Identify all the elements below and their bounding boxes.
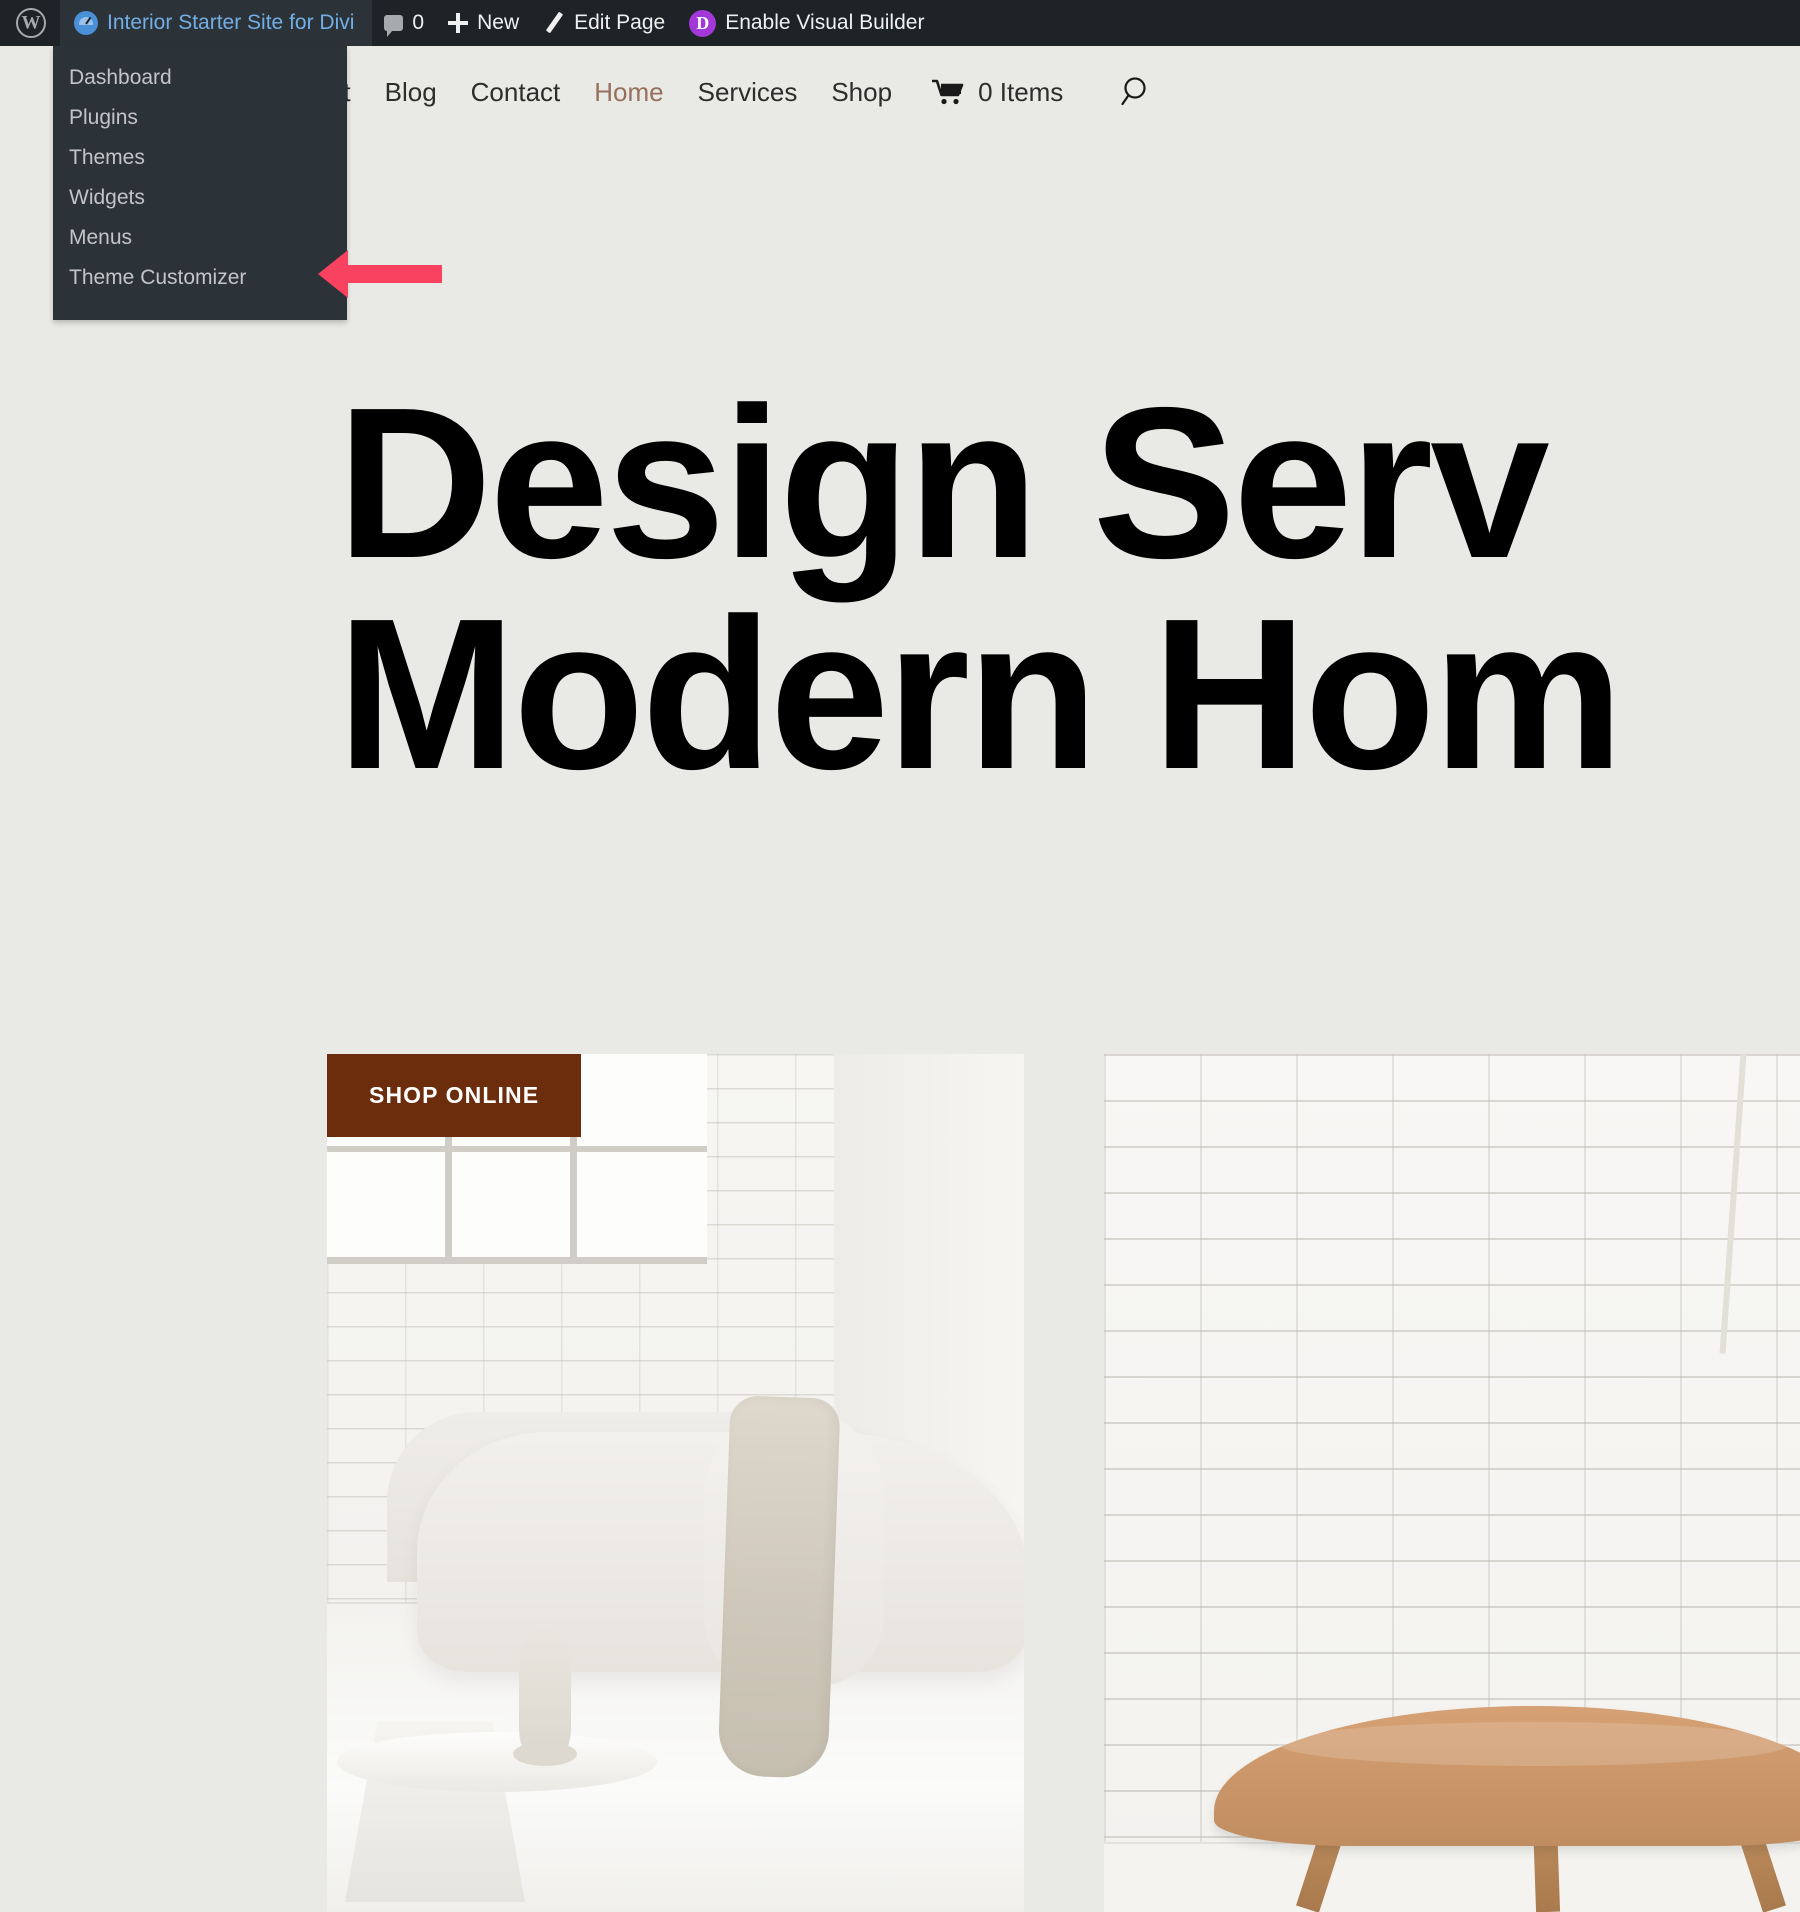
wordpress-logo-icon <box>16 8 46 38</box>
enable-visual-builder-button[interactable]: D Enable Visual Builder <box>677 0 936 46</box>
nav-link-blog[interactable]: Blog <box>385 77 437 108</box>
menu-item-menus[interactable]: Menus <box>53 218 347 258</box>
cart-item-count-label: 0 Items <box>978 76 1064 107</box>
image-gallery-section: SHOP ONLINE <box>0 1054 1800 1912</box>
nav-link-services[interactable]: Services <box>698 77 798 108</box>
wp-admin-bar: Interior Starter Site for Divi 0 New Edi… <box>0 0 1800 46</box>
search-icon[interactable] <box>1121 75 1155 109</box>
menu-item-label: Themes <box>69 146 145 169</box>
divi-dashboard-icon <box>74 11 98 35</box>
comments-count: 0 <box>412 11 425 34</box>
menu-item-themes[interactable]: Themes <box>53 138 347 178</box>
interior-room-photo <box>327 1054 1024 1912</box>
shopping-cart-icon <box>932 79 964 105</box>
page-title: Design Serv Modern Hom <box>337 362 1800 814</box>
plus-icon <box>448 13 469 33</box>
hero-title-line-2: Modern Hom <box>337 572 1624 814</box>
menu-item-theme-customizer[interactable]: Theme Customizer <box>53 258 347 298</box>
marble-coffee-table <box>337 1732 657 1792</box>
menu-item-label: Theme Customizer <box>69 266 247 289</box>
new-content-button[interactable]: New <box>436 0 531 46</box>
hero-title-line-1: Design Serv <box>337 362 1550 603</box>
menu-item-plugins[interactable]: Plugins <box>53 98 347 138</box>
nav-link-home[interactable]: Home <box>594 77 663 108</box>
menu-item-label: Menus <box>69 226 133 249</box>
menu-item-label: Widgets <box>69 186 145 209</box>
edit-page-button[interactable]: Edit Page <box>531 0 677 46</box>
nav-link-contact[interactable]: Contact <box>471 77 561 108</box>
wordpress-logo-button[interactable] <box>0 0 60 46</box>
shop-online-badge[interactable]: SHOP ONLINE <box>327 1054 582 1137</box>
enable-visual-builder-label: Enable Visual Builder <box>725 11 925 34</box>
nav-link-shop[interactable]: Shop <box>831 77 892 108</box>
divi-badge-icon: D <box>689 9 717 37</box>
menu-item-widgets[interactable]: Widgets <box>53 178 347 218</box>
comment-bubble-icon <box>384 15 404 37</box>
pencil-icon <box>543 12 565 34</box>
site-name-label: Interior Starter Site for Divi <box>107 11 355 34</box>
site-name-dropdown-menu: Dashboard Plugins Themes Widgets Menus T… <box>53 46 347 320</box>
cart-button[interactable]: 0 Items <box>932 77 1063 108</box>
menu-item-label: Plugins <box>69 106 138 129</box>
linen-throw <box>716 1395 841 1779</box>
comments-button[interactable]: 0 <box>372 0 436 46</box>
edit-page-label: Edit Page <box>574 11 666 34</box>
menu-item-dashboard[interactable]: Dashboard <box>53 58 347 98</box>
gallery-card-leather-chair[interactable] <box>1103 1054 1800 1912</box>
gallery-card-shop-online[interactable]: SHOP ONLINE <box>327 1054 1024 1912</box>
decorative-vase <box>513 1624 577 1766</box>
new-label: New <box>477 11 520 34</box>
floor <box>1103 1842 1800 1912</box>
leather-chair-photo <box>1103 1054 1800 1912</box>
menu-item-label: Dashboard <box>69 66 172 89</box>
site-name-menu[interactable]: Interior Starter Site for Divi <box>60 0 373 46</box>
